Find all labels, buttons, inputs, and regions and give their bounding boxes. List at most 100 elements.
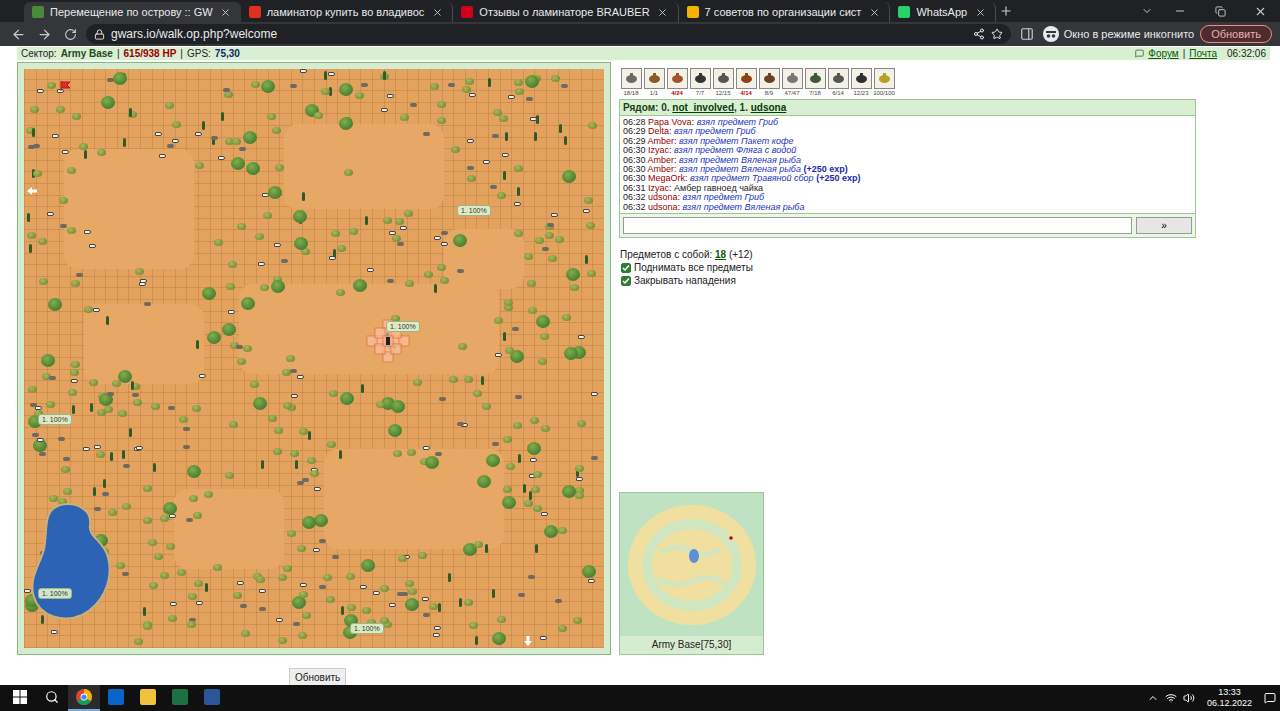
option-checkbox[interactable]: Поднимать все предметы [619, 262, 1197, 273]
side-panel-icon[interactable] [1017, 24, 1037, 44]
bush-icon [404, 210, 413, 217]
shell-icon [94, 445, 101, 449]
option-checkbox[interactable]: Закрывать нападения [619, 275, 1197, 286]
new-tab-icon[interactable] [996, 1, 1016, 21]
checkbox[interactable] [621, 276, 631, 286]
forward-icon[interactable] [34, 24, 54, 44]
bush-icon [383, 217, 392, 224]
reload-icon[interactable] [60, 24, 80, 44]
address-bar[interactable]: gwars.io/walk.op.php?welcome [86, 24, 1011, 44]
close-icon[interactable] [656, 2, 670, 22]
bush-icon [38, 238, 47, 245]
inventory-slot[interactable]: 12/15 [712, 68, 734, 97]
browser-tab[interactable]: WhatsApp [890, 2, 996, 22]
search-icon[interactable] [36, 685, 68, 711]
forum-link[interactable]: Форум [1148, 47, 1178, 60]
shell-icon [467, 139, 474, 143]
map-marker[interactable]: 1. 100% [350, 623, 384, 634]
chat-input[interactable] [623, 217, 1132, 234]
inventory-slot[interactable]: 100/100 [873, 68, 895, 97]
bush-icon [39, 278, 48, 285]
west-exit-icon[interactable] [27, 187, 37, 195]
close-icon[interactable] [867, 2, 881, 22]
refresh-button[interactable]: Обновить [289, 668, 346, 685]
browser-tab[interactable]: ламинатор купить во владивос [241, 2, 454, 22]
items-link[interactable]: 18 [715, 249, 726, 260]
network-icon[interactable] [1165, 692, 1177, 704]
back-icon[interactable] [8, 24, 28, 44]
clock[interactable]: 13:3306.12.2022 [1201, 687, 1258, 709]
inventory-slot[interactable]: 7/18 [804, 68, 826, 97]
chrome-icon[interactable] [68, 685, 100, 711]
inventory-slot[interactable]: 1/1 [643, 68, 665, 97]
excel-icon[interactable] [164, 685, 196, 711]
word-icon[interactable] [196, 685, 228, 711]
volume-icon[interactable] [1183, 692, 1195, 704]
inventory-slot[interactable]: 6/14 [827, 68, 849, 97]
game-page: Сектор:Army Base|615/938 HP|GPS:75,30Фор… [0, 46, 1280, 685]
rock-icon [591, 456, 598, 460]
mail-link[interactable]: Почта [1189, 47, 1217, 60]
map-marker[interactable]: 1. 100% [386, 321, 420, 332]
inventory-slot[interactable]: 7/7 [689, 68, 711, 97]
tray-expand-icon[interactable] [1147, 692, 1159, 704]
tree-icon [261, 80, 275, 93]
minimize-icon[interactable] [1160, 1, 1200, 21]
south-exit-icon[interactable] [524, 636, 532, 646]
bookmark-icon[interactable] [991, 28, 1003, 40]
cactus-icon [221, 112, 224, 121]
map-marker[interactable]: 1. 100% [38, 414, 72, 425]
minimap[interactable]: Army Base[75,30] [619, 492, 764, 655]
tree-icon [562, 170, 576, 183]
bush-icon [84, 306, 93, 313]
inventory-slot[interactable]: 4/14 [735, 68, 757, 97]
rock-icon [547, 223, 554, 227]
cactus-icon [341, 606, 344, 615]
inventory-slot[interactable]: 47/47 [781, 68, 803, 97]
bush-icon [493, 109, 502, 116]
inventory-slot[interactable]: 18/18 [620, 68, 642, 97]
browser-tab[interactable]: 7 советов по организации сист [679, 2, 891, 22]
close-icon[interactable] [430, 2, 444, 22]
tab-search-icon[interactable] [1134, 1, 1160, 21]
rock-icon [423, 132, 430, 136]
close-icon[interactable] [973, 2, 987, 22]
map-marker[interactable]: 1. 100% [38, 588, 72, 599]
bush-icon [151, 403, 160, 410]
explorer-icon[interactable] [132, 685, 164, 711]
update-button[interactable]: Обновить [1200, 25, 1272, 43]
bush-icon [302, 612, 311, 619]
send-button[interactable]: » [1136, 217, 1192, 234]
island-map[interactable]: 1. 100% 1. 100% 1. 100% 1. 100% 1. 100% [24, 69, 604, 648]
browser-tab[interactable]: Отзывы о ламинаторе BRAUBER [453, 2, 678, 22]
tree-icon [486, 454, 500, 467]
bush-icon [251, 81, 260, 88]
inventory-slot[interactable]: 4/24 [666, 68, 688, 97]
mail-app-icon[interactable] [100, 685, 132, 711]
notifications-icon[interactable] [1264, 692, 1276, 704]
map-marker[interactable]: 1. 100% [457, 205, 491, 216]
inventory-slot[interactable]: 8/9 [758, 68, 780, 97]
close-window-icon[interactable] [1240, 1, 1280, 21]
bush-icon [462, 86, 471, 93]
tree-icon [388, 424, 402, 437]
close-icon[interactable] [219, 2, 233, 22]
rock-icon [561, 84, 568, 88]
tree-icon [353, 279, 367, 292]
bush-icon [192, 405, 201, 412]
browser-tab[interactable]: Перемещение по острову :: GW [24, 2, 241, 22]
bush-icon [577, 420, 586, 427]
bush-icon [429, 603, 438, 610]
screen: Перемещение по острову :: GWламинатор ку… [0, 0, 1280, 711]
checkbox[interactable] [621, 263, 631, 273]
tree-icon [564, 347, 578, 360]
start-icon[interactable] [4, 685, 36, 711]
sector-name: Army Base [61, 47, 113, 60]
player-link[interactable]: not_involved [672, 102, 734, 113]
restore-icon[interactable] [1200, 1, 1240, 21]
share-icon[interactable] [973, 28, 985, 40]
incognito-indicator[interactable]: Окно в режиме инкогнито [1043, 26, 1194, 42]
player-link[interactable]: udsona [751, 102, 787, 113]
tree-icon [243, 131, 257, 144]
inventory-slot[interactable]: 12/23 [850, 68, 872, 97]
